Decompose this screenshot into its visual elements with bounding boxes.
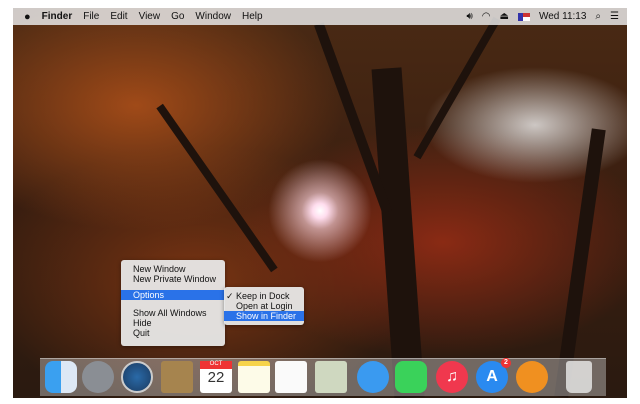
dock-facetime-icon[interactable] [395,361,427,393]
menu-window[interactable]: Window [195,11,231,22]
menu-go[interactable]: Go [171,11,184,22]
dock-finder-icon[interactable] [45,361,77,393]
dock-context-menu: New Window New Private Window Options Sh… [121,260,225,346]
dock-launchpad-icon[interactable] [82,361,114,393]
eject-icon[interactable]: ⏏ [500,11,509,22]
dock-notes-icon[interactable] [238,361,270,393]
tree-branch [413,16,501,160]
dock-messages-icon[interactable] [357,361,389,393]
notification-center-icon[interactable]: ☰ [610,11,619,22]
menu-finder[interactable]: Finder [42,11,73,22]
submenu-item-show-in-finder[interactable]: Show in Finder [224,311,304,321]
tree-branch [156,103,278,273]
app-store-badge: 2 [501,358,511,368]
wifi-icon[interactable]: ◠ [482,11,491,22]
clock[interactable]: Wed 11:13 [539,11,586,22]
spotlight-search-icon[interactable]: ⌕ [595,11,601,22]
dock-app-store-icon[interactable]: A 2 [476,358,511,393]
dock-calendar-icon[interactable]: OCT 22 [200,361,232,393]
volume-icon[interactable]: 🔊︎ [466,11,472,22]
submenu-item-open-at-login[interactable]: Open at Login [224,301,304,311]
dock-safari-icon[interactable] [121,361,153,393]
dock-ibooks-icon[interactable] [516,361,548,393]
submenu-item-keep-in-dock[interactable]: ✓ Keep in Dock [224,291,304,301]
menu-item-show-all-windows[interactable]: Show All Windows [121,308,225,318]
menu-edit[interactable]: Edit [110,11,127,22]
dock-contacts-icon[interactable] [161,361,193,393]
menu-view[interactable]: View [139,11,161,22]
options-submenu: ✓ Keep in Dock Open at Login Show in Find… [224,287,304,325]
dock-reminders-icon[interactable] [275,361,307,393]
menu-help[interactable]: Help [242,11,263,22]
menu-item-options[interactable]: Options [121,290,225,300]
dock-itunes-icon[interactable]: ♫ [436,361,468,393]
menu-bar: ● Finder File Edit View Go Window Help 🔊… [13,8,627,25]
menu-item-quit[interactable]: Quit [121,328,225,338]
dock-preview-icon[interactable] [315,361,347,393]
menu-file[interactable]: File [83,11,99,22]
tree-trunk [371,67,425,398]
menu-item-hide[interactable]: Hide [121,318,225,328]
checkmark-icon: ✓ [226,291,234,301]
menu-item-new-window[interactable]: New Window [121,264,225,274]
desktop: ● Finder File Edit View Go Window Help 🔊… [13,8,627,398]
flag-input-icon[interactable] [517,12,530,21]
apple-menu-icon[interactable]: ● [24,11,31,23]
menu-item-new-private-window[interactable]: New Private Window [121,274,225,284]
dock-trash-icon[interactable] [566,361,592,393]
